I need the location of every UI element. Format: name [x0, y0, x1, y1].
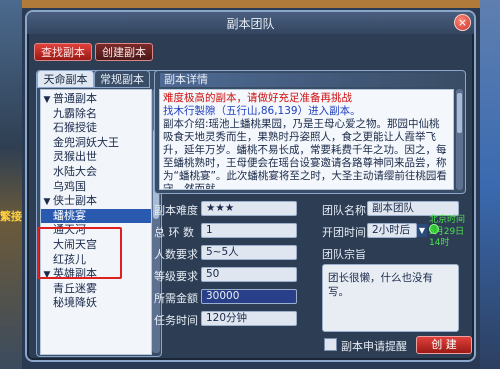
window-title: 副本团队 [226, 17, 275, 31]
list-group-label: 普通副本 [53, 92, 97, 105]
list-group[interactable]: ▼ 普通副本 [41, 92, 151, 106]
level-value: 50 [201, 267, 297, 282]
detail-scrollbar[interactable] [456, 89, 463, 190]
detail-warning: 难度极高的副本，请做好充足准备再挑战 [163, 92, 352, 104]
list-group-label: 侠士副本 [53, 194, 97, 208]
list-item[interactable]: 金兜洞妖大王 [41, 136, 151, 150]
list-item[interactable]: 秘境降妖 [41, 296, 151, 310]
dungeon-list: ▼ 普通副本 九霸除名 石猴授徒 金兜洞妖大王 灵猴出世 水陆大会 乌鸡国 ▼ 侠士副本 蟠桃宴 通天… [40, 89, 152, 355]
motto-textarea[interactable]: 团长很懒，什么也没有写。 [322, 264, 459, 332]
detail-description: 副本介绍:瑶池上蟠桃果园，乃是王母心爱之物。那园中仙桃吸食天地灵秀而生，果熟时丹… [163, 118, 447, 190]
rings-value: 1 [201, 223, 297, 238]
time-value: 120分钟 [201, 311, 297, 326]
titlebar[interactable]: 副本团队 × [27, 12, 474, 34]
list-item[interactable]: 乌鸡国 [41, 180, 151, 194]
detail-panel: 副本详情 难度极高的副本，请做好充足准备再挑战 找木行製隙（五行山,86,139… [154, 70, 466, 194]
list-item[interactable]: 灵猴出世 [41, 150, 151, 164]
level-label: 等级要求 [154, 270, 198, 283]
people-label: 人数要求 [154, 248, 198, 261]
detail-header: 副本详情 [160, 73, 460, 87]
dungeon-team-window: 副本团队 × 查找副本 创建副本 天命副本 常规副本 ▼ 普通副本 九霸除名 石猴授徒… [25, 10, 476, 362]
close-icon[interactable]: × [454, 14, 471, 31]
list-item[interactable]: 石猴授徒 [41, 121, 151, 135]
background-right [480, 0, 500, 369]
expand-arrow-icon[interactable]: ▼ [41, 93, 53, 107]
list-group[interactable]: ▼ 侠士副本 [41, 194, 151, 208]
list-item[interactable]: 九霸除名 [41, 107, 151, 121]
apply-reminder-label: 副本申请提醒 [341, 340, 407, 353]
list-item[interactable]: 青丘迷雾 [41, 282, 151, 296]
chevron-down-icon[interactable]: ▼ [417, 224, 427, 237]
beijing-time-label: 北京时间 [429, 215, 466, 225]
team-name-input[interactable]: 副本团队 [367, 201, 459, 216]
apply-reminder-checkbox[interactable] [324, 338, 337, 351]
list-group-label: 英雄副本 [53, 267, 97, 281]
expand-arrow-icon[interactable]: ▼ [41, 195, 53, 209]
beijing-time-value: 5月29日14时 [429, 227, 465, 248]
list-item[interactable]: 大闹天宫 [41, 238, 151, 252]
detail-location[interactable]: 找木行製隙（五行山,86,139）进入副本。 [163, 105, 450, 118]
difficulty-value: ★★★ [201, 201, 297, 216]
difficulty-label: 副本难度 [154, 204, 198, 217]
cost-value: 30000 [201, 289, 297, 304]
list-item[interactable]: 水陆大会 [41, 165, 151, 179]
open-time-label: 开团时间 [322, 226, 366, 239]
create-button[interactable]: 创 建 [416, 336, 472, 354]
list-item[interactable]: 通天河 [41, 223, 151, 237]
team-name-label: 团队名称 [322, 204, 366, 217]
people-value: 5~5人 [201, 245, 297, 260]
time-label: 任务时间 [154, 314, 198, 327]
background-text: 繁接 [0, 210, 22, 223]
cost-label: 所需金额 [154, 292, 198, 305]
tab-find-dungeon[interactable]: 查找副本 [34, 43, 92, 61]
tab-regular-dungeon[interactable]: 常规副本 [94, 70, 150, 88]
list-item[interactable]: 红孩儿 [41, 253, 151, 267]
list-group[interactable]: ▼ 英雄副本 [41, 267, 151, 281]
background-top [0, 0, 500, 8]
tab-create-dungeon[interactable]: 创建副本 [95, 43, 153, 61]
rings-label: 总 环 数 [154, 226, 194, 239]
dungeon-list-panel: 天命副本 常规副本 ▼ 普通副本 九霸除名 石猴授徒 金兜洞妖大王 灵猴出世 水陆大会 乌鸡国… [36, 70, 162, 357]
tab-destiny-dungeon[interactable]: 天命副本 [37, 70, 94, 88]
motto-label: 团队宗旨 [322, 248, 366, 261]
expand-arrow-icon[interactable]: ▼ [41, 268, 53, 282]
background-left [0, 0, 22, 369]
open-time-select[interactable]: 2小时后 [367, 223, 417, 238]
detail-body: 难度极高的副本，请做好充足准备再挑战 找木行製隙（五行山,86,139）进入副本… [159, 89, 454, 190]
list-item[interactable]: 蟠桃宴 [41, 208, 151, 223]
detail-scroll-thumb[interactable] [457, 93, 462, 133]
